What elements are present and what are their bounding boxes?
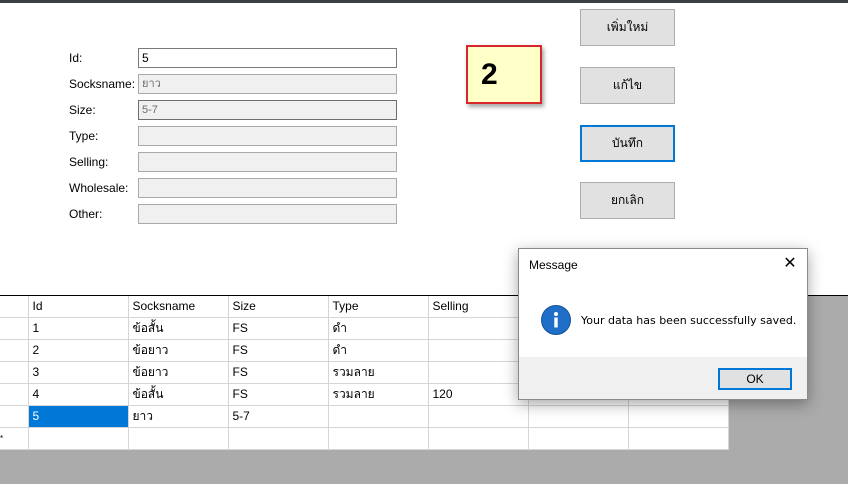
- grid-cell[interactable]: [28, 427, 129, 450]
- grid-cell[interactable]: ข้อสั้น: [128, 383, 229, 406]
- save-button[interactable]: บันทึก: [580, 125, 675, 162]
- grid-cell[interactable]: 3: [28, 361, 129, 384]
- grid-cell[interactable]: [328, 427, 429, 450]
- grid-cell[interactable]: 1: [28, 317, 129, 340]
- new-row-marker[interactable]: *: [0, 427, 29, 450]
- message-dialog: Message ✕ Your data has been successfull…: [518, 248, 808, 400]
- window-top-border: [0, 0, 848, 3]
- grid-cell[interactable]: รวมลาย: [328, 383, 429, 406]
- size-label: Size:: [69, 103, 96, 117]
- other-field[interactable]: [138, 204, 397, 224]
- grid-cell[interactable]: [528, 405, 629, 428]
- dialog-body: Your data has been successfully saved.: [519, 280, 807, 357]
- row-header[interactable]: [0, 339, 29, 362]
- table-row[interactable]: 5 ยาว 5-7: [0, 405, 729, 428]
- table-row-new[interactable]: *: [0, 427, 729, 450]
- grid-cell[interactable]: [328, 405, 429, 428]
- grid-cell[interactable]: FS: [228, 317, 329, 340]
- dialog-message: Your data has been successfully saved.: [581, 314, 797, 327]
- grid-cell[interactable]: ดำ: [328, 317, 429, 340]
- grid-cell[interactable]: ข้อสั้น: [128, 317, 229, 340]
- dialog-title: Message: [529, 258, 578, 272]
- grid-cell[interactable]: รวมลาย: [328, 361, 429, 384]
- grid-cell[interactable]: [128, 427, 229, 450]
- selling-label: Selling:: [69, 155, 109, 169]
- id-label: Id:: [69, 51, 83, 65]
- other-label: Other:: [69, 207, 103, 221]
- column-header-id[interactable]: Id: [28, 296, 129, 318]
- grid-cell[interactable]: [428, 427, 529, 450]
- column-header-type[interactable]: Type: [328, 296, 429, 318]
- wholesale-label: Wholesale:: [69, 181, 129, 195]
- id-field[interactable]: 5: [138, 48, 397, 68]
- socksname-field[interactable]: ยาว: [138, 74, 397, 94]
- row-header[interactable]: [0, 361, 29, 384]
- grid-cell[interactable]: [628, 405, 729, 428]
- grid-cell[interactable]: ดำ: [328, 339, 429, 362]
- grid-cell[interactable]: FS: [228, 383, 329, 406]
- ok-button[interactable]: OK: [718, 368, 792, 390]
- edit-button[interactable]: แก้ไข: [580, 67, 675, 104]
- row-header[interactable]: [0, 317, 29, 340]
- type-label: Type:: [69, 129, 99, 143]
- column-header-size[interactable]: Size: [228, 296, 329, 318]
- grid-cell[interactable]: ข้อยาว: [128, 361, 229, 384]
- selling-field[interactable]: [138, 152, 397, 172]
- row-header[interactable]: [0, 405, 29, 428]
- dialog-titlebar[interactable]: Message ✕: [519, 249, 807, 280]
- row-header[interactable]: [0, 383, 29, 406]
- info-icon: [541, 305, 571, 335]
- grid-cell[interactable]: 2: [28, 339, 129, 362]
- column-header-selling[interactable]: Selling: [428, 296, 529, 318]
- grid-cell[interactable]: ยาว: [128, 405, 229, 428]
- record-counter: 2: [466, 45, 542, 104]
- grid-cell[interactable]: [228, 427, 329, 450]
- cancel-button[interactable]: ยกเลิก: [580, 182, 675, 219]
- row-header-corner[interactable]: [0, 296, 29, 318]
- grid-cell[interactable]: [428, 361, 529, 384]
- grid-cell[interactable]: 120: [428, 383, 529, 406]
- close-icon[interactable]: ✕: [779, 254, 801, 274]
- info-icon-glyph: [554, 312, 558, 328]
- grid-cell[interactable]: ข้อยาว: [128, 339, 229, 362]
- grid-cell[interactable]: [428, 339, 529, 362]
- type-field[interactable]: [138, 126, 397, 146]
- grid-cell[interactable]: 5-7: [228, 405, 329, 428]
- grid-cell[interactable]: 4: [28, 383, 129, 406]
- grid-cell[interactable]: [428, 317, 529, 340]
- socksname-label: Socksname:: [69, 77, 136, 91]
- add-new-button[interactable]: เพิ่มใหม่: [580, 9, 675, 46]
- wholesale-field[interactable]: [138, 178, 397, 198]
- size-field[interactable]: 5-7: [138, 100, 397, 120]
- grid-cell-selected[interactable]: 5: [28, 405, 129, 428]
- column-header-socksname[interactable]: Socksname: [128, 296, 229, 318]
- grid-cell[interactable]: [528, 427, 629, 450]
- grid-cell[interactable]: FS: [228, 339, 329, 362]
- grid-cell[interactable]: FS: [228, 361, 329, 384]
- grid-cell[interactable]: [428, 405, 529, 428]
- grid-cell[interactable]: [628, 427, 729, 450]
